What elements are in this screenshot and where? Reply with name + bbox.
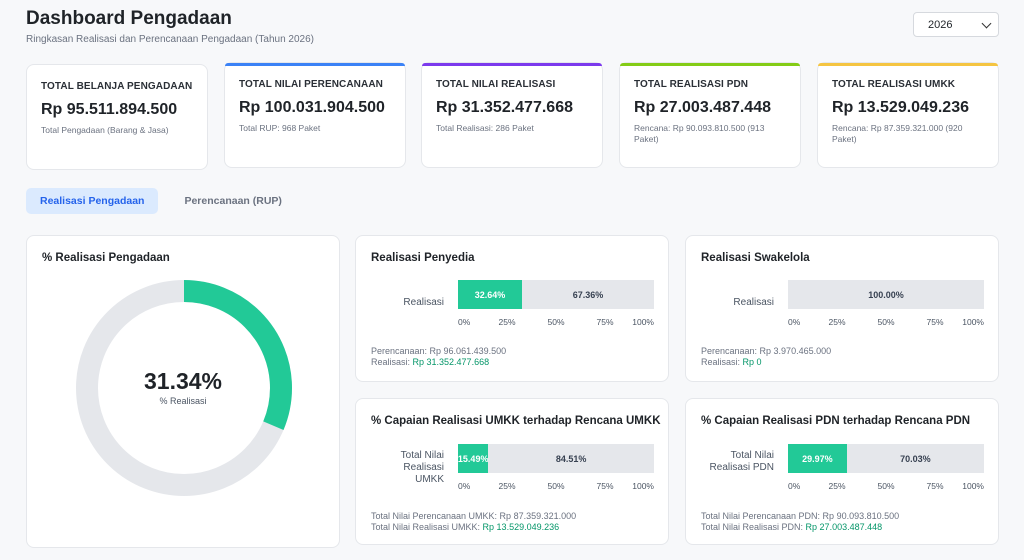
kpi-value: Rp 100.031.904.500 xyxy=(239,99,385,116)
progress-card-title: Realisasi Penyedia xyxy=(371,252,475,264)
kpi-label: TOTAL BELANJA PENGADAAN xyxy=(41,81,193,92)
axis-tick: 100% xyxy=(632,317,654,327)
axis-tick: 75% xyxy=(596,481,614,491)
kpi-value: Rp 27.003.487.448 xyxy=(634,99,771,116)
kpi-label: TOTAL REALISASI UMKK xyxy=(832,79,956,90)
axis-tick: 50% xyxy=(877,317,895,327)
progress-card: % Capaian Realisasi PDN terhadap Rencana… xyxy=(685,398,999,545)
page-title: Dashboard Pengadaan xyxy=(26,8,232,29)
stacked-bar: 100.00% xyxy=(788,280,984,309)
axis-tick: 0% xyxy=(458,481,471,491)
footnote-realized: Realisasi: Rp 31.352.477.668 xyxy=(371,357,489,368)
kpi-note: Rencana: Rp 90.093.810.500 (913 Paket) xyxy=(634,123,765,144)
footnote-realized-value: Rp 31.352.477.668 xyxy=(412,357,490,367)
page-header: Dashboard Pengadaan Ringkasan Realisasi … xyxy=(26,8,314,45)
footnote-realized-prefix: Realisasi: xyxy=(701,357,743,367)
tab-realisasi-pengadaan[interactable]: Realisasi Pengadaan xyxy=(26,188,159,214)
progress-card-title: % Capaian Realisasi UMKK terhadap Rencan… xyxy=(371,415,661,427)
axis-tick: 0% xyxy=(788,317,801,327)
kpi-value: Rp 13.529.049.236 xyxy=(832,99,969,116)
bar-axis: 0% 25% 50% 75% 100% xyxy=(788,317,984,329)
bar-segment-realized: 32.64% xyxy=(458,280,522,309)
footnote-plan: Perencanaan: Rp 96.061.439.500 xyxy=(371,346,507,356)
bar-row-label: Total Nilai Realisasi PDN xyxy=(709,450,774,473)
axis-tick: 50% xyxy=(547,317,565,327)
progress-card-title: % Capaian Realisasi PDN terhadap Rencana… xyxy=(701,415,971,427)
progress-card: Realisasi Penyedia Realisasi 32.64% 67.3… xyxy=(355,235,669,382)
kpi-note: Rencana: Rp 87.359.321.000 (920 Paket) xyxy=(832,123,963,144)
axis-tick: 50% xyxy=(547,481,565,491)
progress-card-title: Realisasi Swakelola xyxy=(701,252,810,264)
axis-tick: 0% xyxy=(788,481,801,491)
axis-tick: 75% xyxy=(926,317,944,327)
donut-card: % Realisasi Pengadaan 31.34% % Realisasi xyxy=(26,235,340,548)
bar-axis: 0% 25% 50% 75% 100% xyxy=(788,481,984,493)
axis-tick: 100% xyxy=(962,317,984,327)
footnote-plan: Total Nilai Perencanaan PDN: Rp 90.093.8… xyxy=(701,511,900,521)
bar-segment-remaining: 100.00% xyxy=(868,289,904,300)
year-select-value: 2026 xyxy=(928,18,953,31)
kpi-total-realisasi: TOTAL NILAI REALISASI Rp 31.352.477.668 … xyxy=(421,62,603,168)
axis-tick: 25% xyxy=(498,481,516,491)
footnote-realized-value: Rp 27.003.487.448 xyxy=(805,522,883,532)
footnote-realized-value: Rp 0 xyxy=(742,357,762,367)
kpi-accent-bar xyxy=(620,63,800,66)
year-select[interactable]: 2026 xyxy=(913,12,999,37)
page-subtitle: Ringkasan Realisasi dan Perencanaan Peng… xyxy=(26,34,314,45)
bar-segment-remaining: 84.51% xyxy=(555,453,587,464)
bar-segment-remaining: 70.03% xyxy=(900,453,931,464)
footnote-plan: Total Nilai Perencanaan UMKK: Rp 87.359.… xyxy=(371,511,577,521)
footnote-realized-value: Rp 13.529.049.236 xyxy=(482,522,560,532)
kpi-label: TOTAL REALISASI PDN xyxy=(634,79,749,90)
stacked-bar: 15.49% 84.51% xyxy=(458,444,654,473)
kpi-note: Total RUP: 968 Paket xyxy=(239,123,321,133)
axis-tick: 50% xyxy=(877,481,895,491)
bar-row-label: Total Nilai Realisasi UMKK xyxy=(400,450,444,485)
axis-tick: 100% xyxy=(962,481,984,491)
kpi-accent-bar xyxy=(818,63,998,66)
axis-tick: 25% xyxy=(498,317,516,327)
tab-perencanaan-rup[interactable]: Perencanaan (RUP) xyxy=(170,188,295,214)
kpi-value: Rp 95.511.894.500 xyxy=(41,101,178,118)
footnote-realized-prefix: Total Nilai Realisasi PDN: xyxy=(701,522,806,532)
footnote-realized: Total Nilai Realisasi PDN: Rp 27.003.487… xyxy=(701,522,882,533)
axis-tick: 25% xyxy=(828,481,846,491)
kpi-label: TOTAL NILAI REALISASI xyxy=(436,79,556,90)
donut-caption: % Realisasi xyxy=(159,396,207,406)
kpi-total-pdn: TOTAL REALISASI PDN Rp 27.003.487.448 Re… xyxy=(619,62,801,168)
kpi-total-perencanaan: TOTAL NILAI PERENCANAAN Rp 100.031.904.5… xyxy=(224,62,406,168)
kpi-note: Total Pengadaan (Barang & Jasa) xyxy=(41,125,169,135)
axis-tick: 100% xyxy=(632,481,654,491)
kpi-total-umkk: TOTAL REALISASI UMKK Rp 13.529.049.236 R… xyxy=(817,62,999,168)
axis-tick: 75% xyxy=(596,317,614,327)
chevron-down-icon xyxy=(981,18,992,28)
footnote-realized: Realisasi: Rp 0 xyxy=(701,357,762,368)
kpi-value: Rp 31.352.477.668 xyxy=(436,99,573,116)
kpi-total-belanja: TOTAL BELANJA PENGADAAN Rp 95.511.894.50… xyxy=(26,64,208,170)
bar-row-label: Realisasi xyxy=(733,297,774,308)
stacked-bar: 29.97% 70.03% xyxy=(788,444,984,473)
footnote-realized: Total Nilai Realisasi UMKK: Rp 13.529.04… xyxy=(371,522,559,533)
kpi-accent-bar xyxy=(422,63,602,66)
bar-segment-realized: 15.49% xyxy=(458,444,489,473)
kpi-label: TOTAL NILAI PERENCANAAN xyxy=(239,79,383,90)
axis-tick: 75% xyxy=(926,481,944,491)
stacked-bar: 32.64% 67.36% xyxy=(458,280,654,309)
progress-card: % Capaian Realisasi UMKK terhadap Rencan… xyxy=(355,398,669,545)
view-tabs: Realisasi Pengadaan Perencanaan (RUP) xyxy=(26,188,296,214)
footnote-plan: Perencanaan: Rp 3.970.465.000 xyxy=(701,346,832,356)
kpi-accent-bar xyxy=(225,63,405,66)
bar-segment-remaining: 67.36% xyxy=(572,289,604,300)
donut-value: 31.34% xyxy=(143,368,222,394)
bar-axis: 0% 25% 50% 75% 100% xyxy=(458,317,654,329)
bar-row-label: Realisasi xyxy=(403,297,444,308)
footnote-realized-prefix: Total Nilai Realisasi UMKK: xyxy=(371,522,483,532)
footnote-realized-prefix: Realisasi: xyxy=(371,357,413,367)
bar-segment-realized: 29.97% xyxy=(788,444,847,473)
bar-axis: 0% 25% 50% 75% 100% xyxy=(458,481,654,493)
progress-card: Realisasi Swakelola Realisasi 100.00% 0%… xyxy=(685,235,999,382)
axis-tick: 25% xyxy=(828,317,846,327)
kpi-note: Total Realisasi: 286 Paket xyxy=(436,123,534,133)
axis-tick: 0% xyxy=(458,317,471,327)
